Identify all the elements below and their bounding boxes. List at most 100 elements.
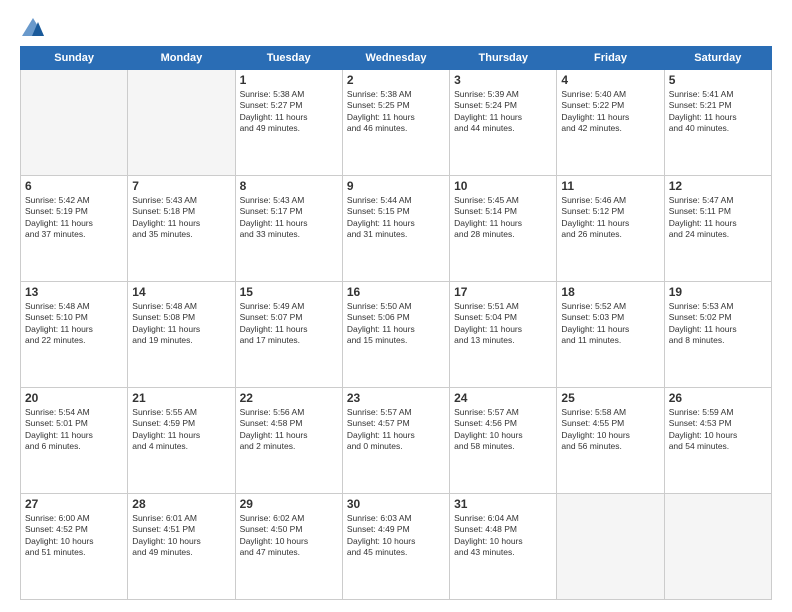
calendar-cell: 8Sunrise: 5:43 AMSunset: 5:17 PMDaylight… — [235, 176, 342, 282]
day-number: 15 — [240, 285, 338, 299]
calendar-cell: 25 Sunrise: 5:58 AMSunset: 4:55 PMDayligh… — [557, 388, 664, 494]
weekday-header-row: SundayMondayTuesdayWednesdayThursdayFrid… — [21, 47, 772, 70]
day-number: 20 — [25, 391, 123, 405]
day-info: Sunrise: 5:53 AMSunset: 5:02 PMDaylight:… — [669, 301, 767, 347]
calendar-cell: 29 Sunrise: 6:02 AMSunset: 4:50 PMDayligh… — [235, 494, 342, 600]
calendar-cell: 16 Sunrise: 5:50 AMSunset: 5:06 PMDayligh… — [342, 282, 449, 388]
day-info: Sunrise: 5:48 AMSunset: 5:08 PMDaylight:… — [132, 301, 230, 347]
calendar-cell: 12 Sunrise: 5:47 AMSunset: 5:11 PMDayligh… — [664, 176, 771, 282]
calendar-cell: 30 Sunrise: 6:03 AMSunset: 4:49 PMDayligh… — [342, 494, 449, 600]
calendar-cell: 21 Sunrise: 5:55 AMSunset: 4:59 PMDayligh… — [128, 388, 235, 494]
calendar-cell: 1Sunrise: 5:38 AMSunset: 5:27 PMDaylight… — [235, 70, 342, 176]
day-info: Sunrise: 5:41 AMSunset: 5:21 PMDaylight:… — [669, 89, 767, 135]
day-info: Sunrise: 5:51 AMSunset: 5:04 PMDaylight:… — [454, 301, 552, 347]
day-info: Sunrise: 5:59 AMSunset: 4:53 PMDaylight:… — [669, 407, 767, 453]
day-number: 19 — [669, 285, 767, 299]
day-number: 3 — [454, 73, 552, 87]
calendar-cell: 7 Sunrise: 5:43 AMSunset: 5:18 PMDaylight… — [128, 176, 235, 282]
day-number: 16 — [347, 285, 445, 299]
day-info: Sunrise: 5:57 AMSunset: 4:57 PMDaylight:… — [347, 407, 445, 453]
calendar-cell: 28 Sunrise: 6:01 AMSunset: 4:51 PMDayligh… — [128, 494, 235, 600]
day-number: 2 — [347, 73, 445, 87]
day-info: Sunrise: 5:40 AMSunset: 5:22 PMDaylight:… — [561, 89, 659, 135]
calendar-cell: 13Sunrise: 5:48 AMSunset: 5:10 PMDayligh… — [21, 282, 128, 388]
day-info: Sunrise: 5:39 AMSunset: 5:24 PMDaylight:… — [454, 89, 552, 135]
day-info: Sunrise: 6:04 AMSunset: 4:48 PMDaylight:… — [454, 513, 552, 559]
day-info: Sunrise: 5:38 AMSunset: 5:27 PMDaylight:… — [240, 89, 338, 135]
calendar-cell: 6Sunrise: 5:42 AMSunset: 5:19 PMDaylight… — [21, 176, 128, 282]
calendar-cell: 14 Sunrise: 5:48 AMSunset: 5:08 PMDayligh… — [128, 282, 235, 388]
day-info: Sunrise: 5:44 AMSunset: 5:15 PMDaylight:… — [347, 195, 445, 241]
day-info: Sunrise: 5:38 AMSunset: 5:25 PMDaylight:… — [347, 89, 445, 135]
day-info: Sunrise: 6:00 AMSunset: 4:52 PMDaylight:… — [25, 513, 123, 559]
day-number: 9 — [347, 179, 445, 193]
day-number: 25 — [561, 391, 659, 405]
day-info: Sunrise: 6:02 AMSunset: 4:50 PMDaylight:… — [240, 513, 338, 559]
day-number: 12 — [669, 179, 767, 193]
day-number: 14 — [132, 285, 230, 299]
day-number: 28 — [132, 497, 230, 511]
calendar-cell: 2 Sunrise: 5:38 AMSunset: 5:25 PMDaylight… — [342, 70, 449, 176]
day-number: 5 — [669, 73, 767, 87]
calendar-week-row: 27 Sunrise: 6:00 AMSunset: 4:52 PMDayligh… — [21, 494, 772, 600]
day-info: Sunrise: 5:46 AMSunset: 5:12 PMDaylight:… — [561, 195, 659, 241]
calendar-cell: 17 Sunrise: 5:51 AMSunset: 5:04 PMDayligh… — [450, 282, 557, 388]
day-number: 29 — [240, 497, 338, 511]
day-number: 7 — [132, 179, 230, 193]
day-info: Sunrise: 5:54 AMSunset: 5:01 PMDaylight:… — [25, 407, 123, 453]
day-number: 30 — [347, 497, 445, 511]
calendar-cell: 26 Sunrise: 5:59 AMSunset: 4:53 PMDayligh… — [664, 388, 771, 494]
calendar-cell: 9 Sunrise: 5:44 AMSunset: 5:15 PMDaylight… — [342, 176, 449, 282]
day-info: Sunrise: 5:43 AMSunset: 5:18 PMDaylight:… — [132, 195, 230, 241]
logo-icon — [22, 18, 44, 36]
day-info: Sunrise: 5:49 AMSunset: 5:07 PMDaylight:… — [240, 301, 338, 347]
logo — [20, 18, 44, 36]
weekday-header: Sunday — [21, 47, 128, 70]
weekday-header: Monday — [128, 47, 235, 70]
calendar-cell: 23 Sunrise: 5:57 AMSunset: 4:57 PMDayligh… — [342, 388, 449, 494]
calendar-table: SundayMondayTuesdayWednesdayThursdayFrid… — [20, 46, 772, 600]
calendar-cell — [128, 70, 235, 176]
weekday-header: Wednesday — [342, 47, 449, 70]
calendar-cell: 31Sunrise: 6:04 AMSunset: 4:48 PMDayligh… — [450, 494, 557, 600]
day-number: 26 — [669, 391, 767, 405]
weekday-header: Tuesday — [235, 47, 342, 70]
day-info: Sunrise: 6:03 AMSunset: 4:49 PMDaylight:… — [347, 513, 445, 559]
day-number: 11 — [561, 179, 659, 193]
day-number: 22 — [240, 391, 338, 405]
day-info: Sunrise: 5:52 AMSunset: 5:03 PMDaylight:… — [561, 301, 659, 347]
calendar-week-row: 13Sunrise: 5:48 AMSunset: 5:10 PMDayligh… — [21, 282, 772, 388]
day-number: 13 — [25, 285, 123, 299]
day-number: 23 — [347, 391, 445, 405]
day-info: Sunrise: 5:56 AMSunset: 4:58 PMDaylight:… — [240, 407, 338, 453]
day-info: Sunrise: 5:58 AMSunset: 4:55 PMDaylight:… — [561, 407, 659, 453]
weekday-header: Saturday — [664, 47, 771, 70]
calendar-cell: 19 Sunrise: 5:53 AMSunset: 5:02 PMDayligh… — [664, 282, 771, 388]
calendar-cell — [557, 494, 664, 600]
page: SundayMondayTuesdayWednesdayThursdayFrid… — [0, 0, 792, 612]
calendar-cell — [21, 70, 128, 176]
day-number: 24 — [454, 391, 552, 405]
calendar-cell: 4 Sunrise: 5:40 AMSunset: 5:22 PMDaylight… — [557, 70, 664, 176]
day-info: Sunrise: 5:50 AMSunset: 5:06 PMDaylight:… — [347, 301, 445, 347]
calendar-cell: 18Sunrise: 5:52 AMSunset: 5:03 PMDayligh… — [557, 282, 664, 388]
header — [20, 18, 772, 36]
day-number: 27 — [25, 497, 123, 511]
calendar-week-row: 6Sunrise: 5:42 AMSunset: 5:19 PMDaylight… — [21, 176, 772, 282]
day-number: 21 — [132, 391, 230, 405]
day-info: Sunrise: 5:43 AMSunset: 5:17 PMDaylight:… — [240, 195, 338, 241]
calendar-cell — [664, 494, 771, 600]
day-info: Sunrise: 6:01 AMSunset: 4:51 PMDaylight:… — [132, 513, 230, 559]
day-info: Sunrise: 5:45 AMSunset: 5:14 PMDaylight:… — [454, 195, 552, 241]
weekday-header: Thursday — [450, 47, 557, 70]
calendar-cell: 10 Sunrise: 5:45 AMSunset: 5:14 PMDayligh… — [450, 176, 557, 282]
day-number: 17 — [454, 285, 552, 299]
calendar-cell: 11 Sunrise: 5:46 AMSunset: 5:12 PMDayligh… — [557, 176, 664, 282]
day-number: 4 — [561, 73, 659, 87]
day-info: Sunrise: 5:55 AMSunset: 4:59 PMDaylight:… — [132, 407, 230, 453]
calendar-cell: 24 Sunrise: 5:57 AMSunset: 4:56 PMDayligh… — [450, 388, 557, 494]
day-info: Sunrise: 5:47 AMSunset: 5:11 PMDaylight:… — [669, 195, 767, 241]
day-info: Sunrise: 5:57 AMSunset: 4:56 PMDaylight:… — [454, 407, 552, 453]
day-number: 10 — [454, 179, 552, 193]
calendar-cell: 27 Sunrise: 6:00 AMSunset: 4:52 PMDayligh… — [21, 494, 128, 600]
